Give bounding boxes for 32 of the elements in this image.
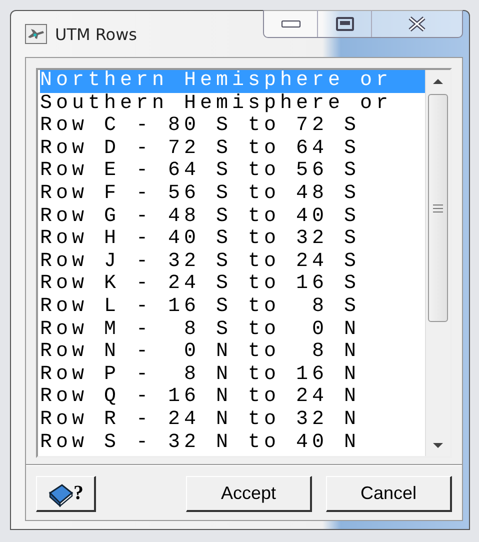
list-item[interactable]: Row F - 56 S to 48 S <box>40 182 425 206</box>
list-item[interactable]: Row R - 24 N to 32 N <box>40 408 425 432</box>
list-item[interactable]: Row D - 72 S to 64 S <box>40 138 425 160</box>
list-item[interactable]: Row M - 8 S to 0 N <box>40 318 425 342</box>
list-item[interactable]: Row E - 64 S to 56 S <box>40 160 425 183</box>
close-button[interactable] <box>371 10 462 37</box>
accept-button[interactable]: Accept <box>186 476 312 512</box>
maximize-button[interactable] <box>317 10 371 37</box>
close-icon <box>407 16 427 32</box>
list-item[interactable]: Row H - 40 S to 32 S <box>40 228 425 251</box>
minimize-icon <box>280 18 300 28</box>
scroll-thumb[interactable] <box>428 94 448 322</box>
cancel-button[interactable]: Cancel <box>326 476 452 512</box>
scrollbar[interactable] <box>425 70 450 456</box>
list-item[interactable]: Row Q - 16 N to 24 N <box>40 386 425 409</box>
grip-icon <box>433 204 443 212</box>
scroll-up-icon[interactable] <box>433 79 443 84</box>
scroll-down-icon[interactable] <box>433 443 443 448</box>
list-item[interactable]: Row C - 80 S to 72 S <box>40 115 425 138</box>
window-title: UTM Rows <box>55 24 137 44</box>
list-item[interactable]: Row G - 48 S to 40 S <box>40 206 425 228</box>
minimize-button[interactable] <box>264 10 317 37</box>
list-item[interactable]: Row S - 32 N to 40 N <box>40 432 425 454</box>
list-item[interactable]: Row N - 0 N to 8 N <box>40 341 425 364</box>
help-button[interactable]: ? <box>36 476 96 512</box>
list-item[interactable]: Row K - 24 S to 16 S <box>40 273 425 296</box>
list-item[interactable]: Row J - 32 S to 24 S <box>40 250 425 274</box>
list-item[interactable]: Row L - 16 S to 8 S <box>40 296 425 319</box>
list-item[interactable]: Southern Hemisphere or <box>40 92 425 116</box>
list-item[interactable]: Row P - 8 N to 16 N <box>40 364 425 386</box>
airplane-icon <box>25 24 47 44</box>
maximize-icon <box>336 16 354 30</box>
